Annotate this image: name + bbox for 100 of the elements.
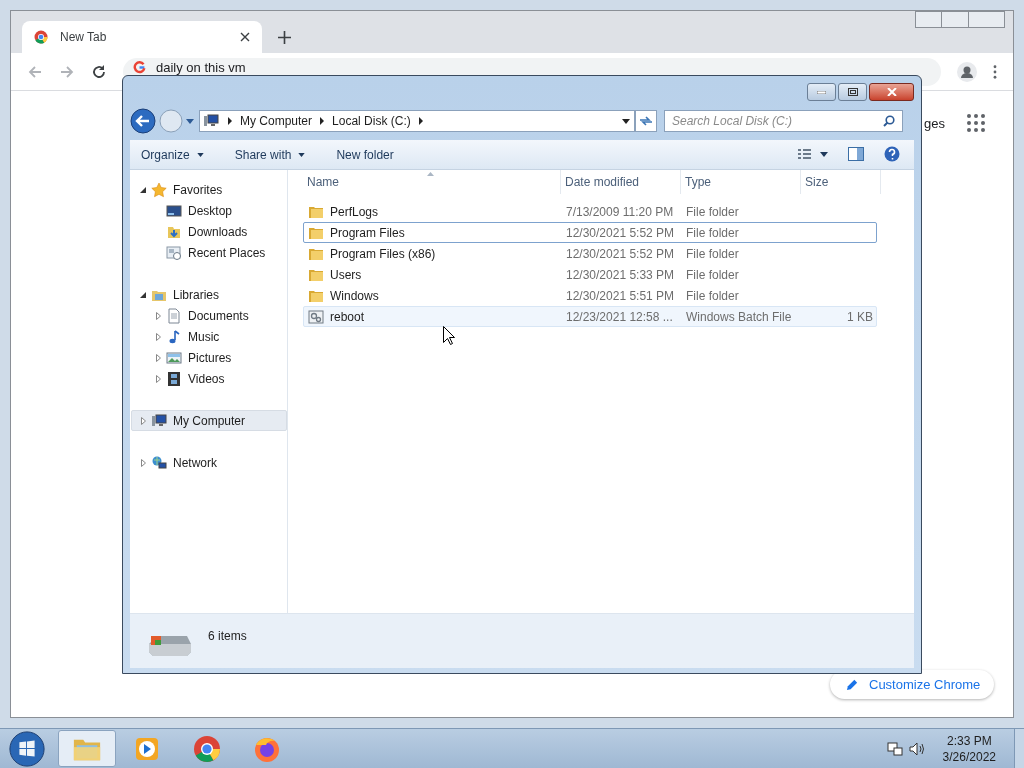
nav-item[interactable]: Libraries [131,284,287,305]
expanded-arrow-icon[interactable] [140,291,146,298]
expanded-arrow-icon[interactable] [140,186,146,193]
toolbar-button[interactable]: Organize [141,145,204,164]
breadcrumb[interactable]: My Computer [240,112,313,130]
search-input[interactable]: Search Local Disk (C:) [672,112,883,130]
maximize-button[interactable] [838,83,867,101]
tab-title: New Tab [60,29,108,46]
desktop-icon [166,202,182,219]
pencil-icon [846,678,859,691]
dropdown-icon[interactable] [622,118,630,124]
nav-item[interactable]: Music [131,326,287,347]
new-tab-icon[interactable] [278,31,291,44]
toolbar-button[interactable]: New folder [336,145,394,164]
date-cell-text: 12/30/2021 5:52 PM [565,245,676,263]
date-cell-text: 12/30/2021 5:51 PM [565,287,676,305]
recent-places-icon [166,244,182,261]
browser-tab[interactable]: New Tab [22,21,262,53]
clock-time[interactable]: 2:33 PM [946,732,992,749]
collapsed-arrow-icon[interactable] [155,353,161,362]
size-cell-text: 1 KB [847,308,873,326]
nav-item[interactable]: Desktop [131,200,287,221]
search-field[interactable]: Search Local Disk (C:) [664,110,903,132]
file-row[interactable]: Users 12/30/2021 5:33 PM File folder [303,264,877,285]
file-row[interactable]: reboot 12/23/2021 12:58 ... Windows Batch File 1 KB [303,306,877,327]
collapsed-arrow-icon[interactable] [140,458,146,467]
film-icon [166,370,182,387]
collapsed-arrow-icon[interactable] [140,416,146,425]
volume-icon[interactable] [908,740,925,757]
close-button[interactable] [869,83,914,101]
drive-icon [202,113,220,129]
type-cell-text: File folder [685,287,740,305]
recent-pages-icon[interactable] [186,118,194,124]
close-icon [886,88,897,96]
file-name: Program Files (x86) [330,245,436,263]
network-tray-icon[interactable] [886,740,903,757]
reload-icon[interactable] [91,63,107,80]
google-icon [133,60,146,74]
nav-item[interactable]: Videos [131,368,287,389]
star-icon [151,181,167,198]
file-name: PerfLogs [330,203,379,221]
column-header[interactable]: Size [801,170,881,194]
type-cell-text: File folder [685,266,740,284]
file-row[interactable]: Program Files (x86) 12/30/2021 5:52 PM File folder [303,243,877,264]
file-row[interactable]: PerfLogs 7/13/2009 11:20 PM File folder [303,201,877,222]
breadcrumb[interactable]: Local Disk (C:) [332,112,411,130]
collapsed-arrow-icon[interactable] [155,311,161,320]
nav-item[interactable]: Downloads [131,221,287,242]
type-cell-text: File folder [685,203,740,221]
clock-date[interactable]: 3/26/2022 [942,748,996,765]
breadcrumb-bar[interactable]: My Computer Local Disk (C:) [199,110,635,132]
mouse-cursor-icon [443,326,455,345]
start-button[interactable] [8,729,46,768]
chevron-icon[interactable] [228,117,232,125]
preview-pane-icon[interactable] [848,147,864,161]
date-cell-text: 12/30/2021 5:33 PM [565,266,676,284]
restore-icon [847,88,858,96]
close-icon[interactable] [240,32,250,42]
collapsed-arrow-icon[interactable] [155,332,161,341]
minimize-icon [817,90,826,94]
computer-icon [151,412,167,429]
type-cell-text: File folder [685,245,740,263]
search-icon [883,115,895,127]
menu-icon[interactable] [993,64,997,79]
profile-icon[interactable] [957,61,977,82]
file-row[interactable]: Windows 12/30/2021 5:51 PM File folder [303,285,877,306]
chrome-icon [192,734,222,763]
nav-item[interactable]: Network [131,452,287,473]
chrome-icon [34,30,48,44]
customize-chrome-button[interactable]: Customize Chrome [830,670,994,699]
nav-item[interactable]: Documents [131,305,287,326]
nav-item[interactable]: Pictures [131,347,287,368]
toolbar-button[interactable]: Share with [234,145,306,164]
view-options-icon[interactable] [798,147,828,161]
images-link[interactable]: ges [924,114,945,134]
date-cell-text: 12/23/2021 12:58 ... [565,308,674,326]
file-row[interactable]: Program Files 12/30/2021 5:52 PM File folder [303,222,877,243]
sort-arrow-icon [427,172,434,176]
file-name: reboot [330,308,365,326]
network-icon [151,454,167,471]
item-count: 6 items [208,628,247,645]
apps-grid-icon[interactable] [967,114,985,132]
refresh-button[interactable] [635,110,657,132]
file-name: Program Files [330,224,405,242]
chevron-icon[interactable] [418,117,423,125]
chevron-icon[interactable] [320,117,325,125]
back-button[interactable] [130,108,156,134]
picture-icon [166,349,182,366]
url-text: daily on this vm [156,60,246,75]
file-name: Windows [330,287,379,305]
batch-file-icon [308,308,324,325]
column-header[interactable]: Type [681,170,801,194]
nav-item[interactable]: My Computer [131,410,287,431]
column-header[interactable]: Date modified [561,170,681,194]
collapsed-arrow-icon[interactable] [155,374,161,383]
help-icon[interactable] [884,146,900,162]
date-cell-text: 12/30/2021 5:52 PM [565,224,676,242]
nav-item[interactable]: Recent Places [131,242,287,263]
nav-item[interactable]: Favorites [131,179,287,200]
type-cell-text: File folder [685,224,740,242]
